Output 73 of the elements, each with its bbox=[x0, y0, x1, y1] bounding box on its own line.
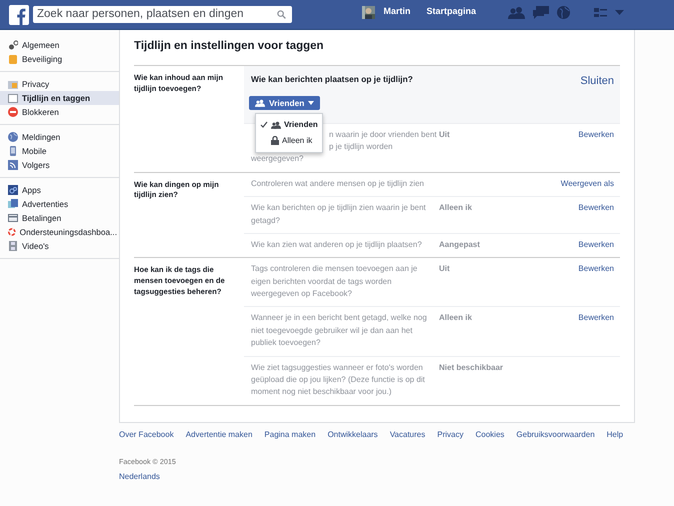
sidebar-item[interactable]: Ondersteuningsdashboa... bbox=[0, 225, 119, 239]
footer-link[interactable]: Help bbox=[606, 429, 624, 441]
film-icon bbox=[8, 241, 18, 251]
setting-value: Uit bbox=[439, 263, 451, 276]
phone-icon bbox=[8, 146, 18, 156]
setting-text: weergegeven? bbox=[251, 153, 304, 166]
footer-link[interactable]: Advertentie maken bbox=[186, 429, 252, 441]
edit-link[interactable]: Bewerken bbox=[539, 312, 614, 325]
edit-link[interactable]: Bewerken bbox=[539, 238, 614, 252]
setting-value: Alleen ik bbox=[439, 202, 473, 214]
sidebar-item[interactable]: Meldingen bbox=[0, 130, 119, 144]
profile-link[interactable]: Martin bbox=[383, 5, 410, 19]
setting-text: Wie kan zien wat anderen op je tijdlijn plaatsen? bbox=[251, 238, 423, 251]
audience-dropdown[interactable]: Vrienden bbox=[249, 96, 320, 110]
footer-link[interactable]: Over Facebook bbox=[119, 429, 174, 441]
sidebar-item[interactable]: Advertenties bbox=[0, 197, 119, 211]
edit-link[interactable]: Weergeven als bbox=[431, 178, 614, 190]
page-title: Tijdlijn en instellingen voor taggen bbox=[134, 39, 325, 54]
feed-icon bbox=[8, 160, 18, 170]
menu-item[interactable]: Vrienden bbox=[256, 116, 322, 133]
block-icon bbox=[8, 107, 18, 117]
friends-icon bbox=[255, 99, 265, 108]
footer-link[interactable]: Vacatures bbox=[390, 429, 426, 441]
facebook-logo-icon[interactable] bbox=[9, 5, 29, 25]
setting-value: Alleen ik bbox=[439, 312, 473, 324]
footer-link[interactable]: Privacy bbox=[437, 429, 464, 441]
question-text: Wie kan berichten plaatsen op je tijdlijn? bbox=[251, 73, 413, 86]
setting-text: Wie ziet tagsuggesties wanneer er foto's worden geüpload die op jou lijken? (Deze functie is op dit moment nog niet beschikbaar voor jou.) bbox=[251, 362, 426, 398]
setting-text: Wie kan berichten op je tijdlijn zien waarin je bent getagd? bbox=[251, 202, 427, 227]
search-field[interactable]: Zoek naar personen, plaatsen en dingen bbox=[33, 6, 292, 23]
friends-icon bbox=[271, 120, 281, 129]
apps-icon bbox=[8, 185, 18, 195]
globe-icon[interactable] bbox=[557, 6, 570, 18]
setting-value: Uit bbox=[439, 128, 451, 141]
sidebar-item[interactable]: Blokkeren bbox=[0, 105, 119, 119]
edit-link[interactable]: Bewerken bbox=[539, 263, 614, 276]
sidebar-item[interactable]: Mobile bbox=[0, 144, 119, 158]
sidebar-item[interactable]: Algemeen bbox=[0, 38, 119, 52]
setting-text: Wanneer je in een bericht bent getagd, welke nog niet toegevoegde gebruiker wil je dan aan het publiek toevoegen? bbox=[251, 312, 428, 350]
home-link[interactable]: Startpagina bbox=[426, 5, 476, 19]
sidebar-item[interactable]: Betalingen bbox=[0, 211, 119, 225]
card-icon bbox=[8, 213, 18, 223]
footer-link[interactable]: Cookies bbox=[475, 429, 504, 441]
caret-icon[interactable] bbox=[615, 10, 624, 14]
edit-link[interactable]: Bewerken bbox=[539, 202, 614, 214]
language-link[interactable]: Nederlands bbox=[119, 470, 160, 483]
sidebar-item[interactable]: Tijdlijn en taggen bbox=[0, 91, 119, 105]
caret-icon bbox=[308, 101, 314, 106]
edit-link[interactable]: Bewerken bbox=[539, 128, 614, 141]
close-link[interactable]: Sluiten bbox=[412, 73, 614, 90]
setting-text: p je tijdlijn worden bbox=[329, 140, 393, 153]
sidebar-item[interactable]: Volgers bbox=[0, 158, 119, 172]
setting-text: n waarin je door vrienden bent bbox=[329, 128, 437, 141]
sidebar-item[interactable]: Apps bbox=[0, 183, 119, 197]
setting-value: Aangepast bbox=[439, 238, 481, 251]
sidebar-item[interactable]: Beveiliging bbox=[0, 52, 119, 66]
gear-icon bbox=[8, 40, 18, 50]
sidebar-item[interactable]: Video's bbox=[0, 239, 119, 253]
sidebar-item[interactable]: Privacy bbox=[0, 77, 119, 91]
check-icon bbox=[260, 120, 268, 129]
setting-text: Controleren wat andere mensen op je tijdlijn zien bbox=[251, 178, 425, 190]
footer-link[interactable]: Pagina maken bbox=[264, 429, 316, 441]
search-icon[interactable] bbox=[277, 10, 286, 19]
footer-link[interactable]: Gebruiksvoorwaarden bbox=[516, 429, 595, 441]
menu-item[interactable]: Alleen ik bbox=[256, 132, 322, 149]
footer-link[interactable]: Ontwikkelaars bbox=[328, 429, 378, 441]
ads-icon bbox=[8, 199, 18, 209]
setting-value: Niet beschikbaar bbox=[439, 362, 504, 374]
setting-text: Tags controleren die mensen toevoegen aan je eigen berichten voordat de tags worden weergegeven op Facebook? bbox=[251, 263, 418, 300]
messages-icon[interactable] bbox=[533, 6, 549, 18]
lifebuoy-icon bbox=[8, 227, 16, 237]
globe-icon bbox=[8, 132, 18, 142]
friends-icon[interactable] bbox=[508, 6, 525, 18]
